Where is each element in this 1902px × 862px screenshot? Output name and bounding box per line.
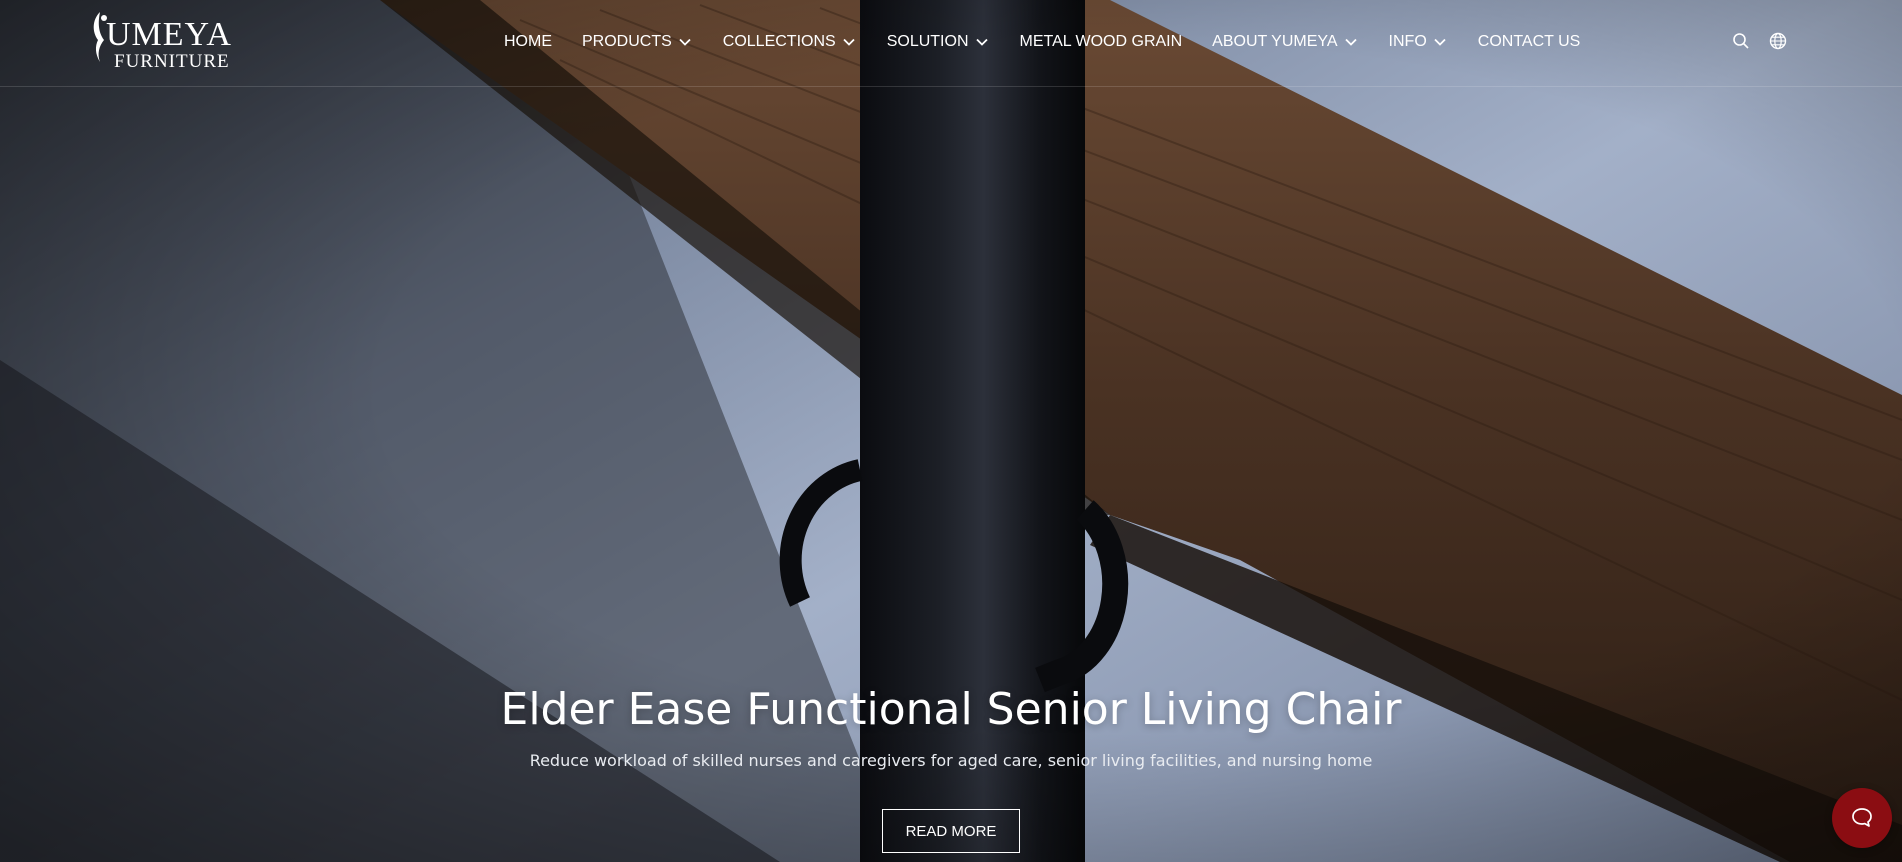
chevron-down-icon	[1344, 38, 1357, 46]
read-more-button[interactable]: READ MORE	[882, 809, 1020, 853]
hero-subtitle: Reduce workload of skilled nurses and ca…	[529, 751, 1373, 770]
main-navigation: HOME PRODUCTS COLLECTIONS SOLUTION METAL…	[504, 29, 1580, 55]
nav-item-label: METAL WOOD GRAIN	[1019, 33, 1183, 50]
nav-item-label: COLLECTIONS	[722, 33, 836, 50]
site-header: UMEYA FURNITURE HOME PRODUCTS COLLECTION…	[0, 0, 1902, 87]
search-icon[interactable]	[1731, 31, 1751, 51]
nav-item-label: SOLUTION	[886, 33, 969, 50]
nav-item-contact-us[interactable]: CONTACT US	[1478, 33, 1581, 51]
nav-item-about-yumeya[interactable]: ABOUT YUMEYA	[1212, 33, 1358, 51]
chevron-down-icon	[679, 38, 691, 46]
nav-item-home[interactable]: HOME	[504, 33, 552, 51]
nav-item-label: CONTACT US	[1477, 33, 1581, 50]
chevron-down-icon	[975, 38, 988, 46]
logo-wordmark: UMEYA	[106, 16, 232, 53]
nav-item-label: HOME	[504, 33, 552, 50]
nav-item-label: ABOUT YUMEYA	[1212, 33, 1338, 50]
chevron-down-icon	[1434, 38, 1446, 46]
brand-logo[interactable]: UMEYA FURNITURE	[86, 10, 236, 74]
nav-item-solution[interactable]: SOLUTION	[887, 33, 990, 51]
nav-item-collections[interactable]: COLLECTIONS	[723, 33, 857, 51]
chat-bubble-icon	[1852, 808, 1872, 827]
header-actions	[1731, 31, 1788, 51]
globe-icon[interactable]	[1768, 31, 1788, 51]
nav-item-metal-wood-grain[interactable]: METAL WOOD GRAIN	[1020, 33, 1183, 51]
hero-title: Elder Ease Functional Senior Living Chai…	[500, 684, 1402, 735]
logo-subtitle: FURNITURE	[114, 51, 230, 72]
chevron-down-icon	[843, 38, 855, 46]
nav-item-products[interactable]: PRODUCTS	[582, 33, 693, 51]
nav-item-info[interactable]: INFO	[1389, 33, 1448, 51]
chat-button[interactable]	[1832, 788, 1892, 848]
nav-item-label: PRODUCTS	[582, 33, 672, 50]
nav-item-label: INFO	[1388, 33, 1427, 50]
hero-banner: UMEYA FURNITURE HOME PRODUCTS COLLECTION…	[0, 0, 1902, 862]
